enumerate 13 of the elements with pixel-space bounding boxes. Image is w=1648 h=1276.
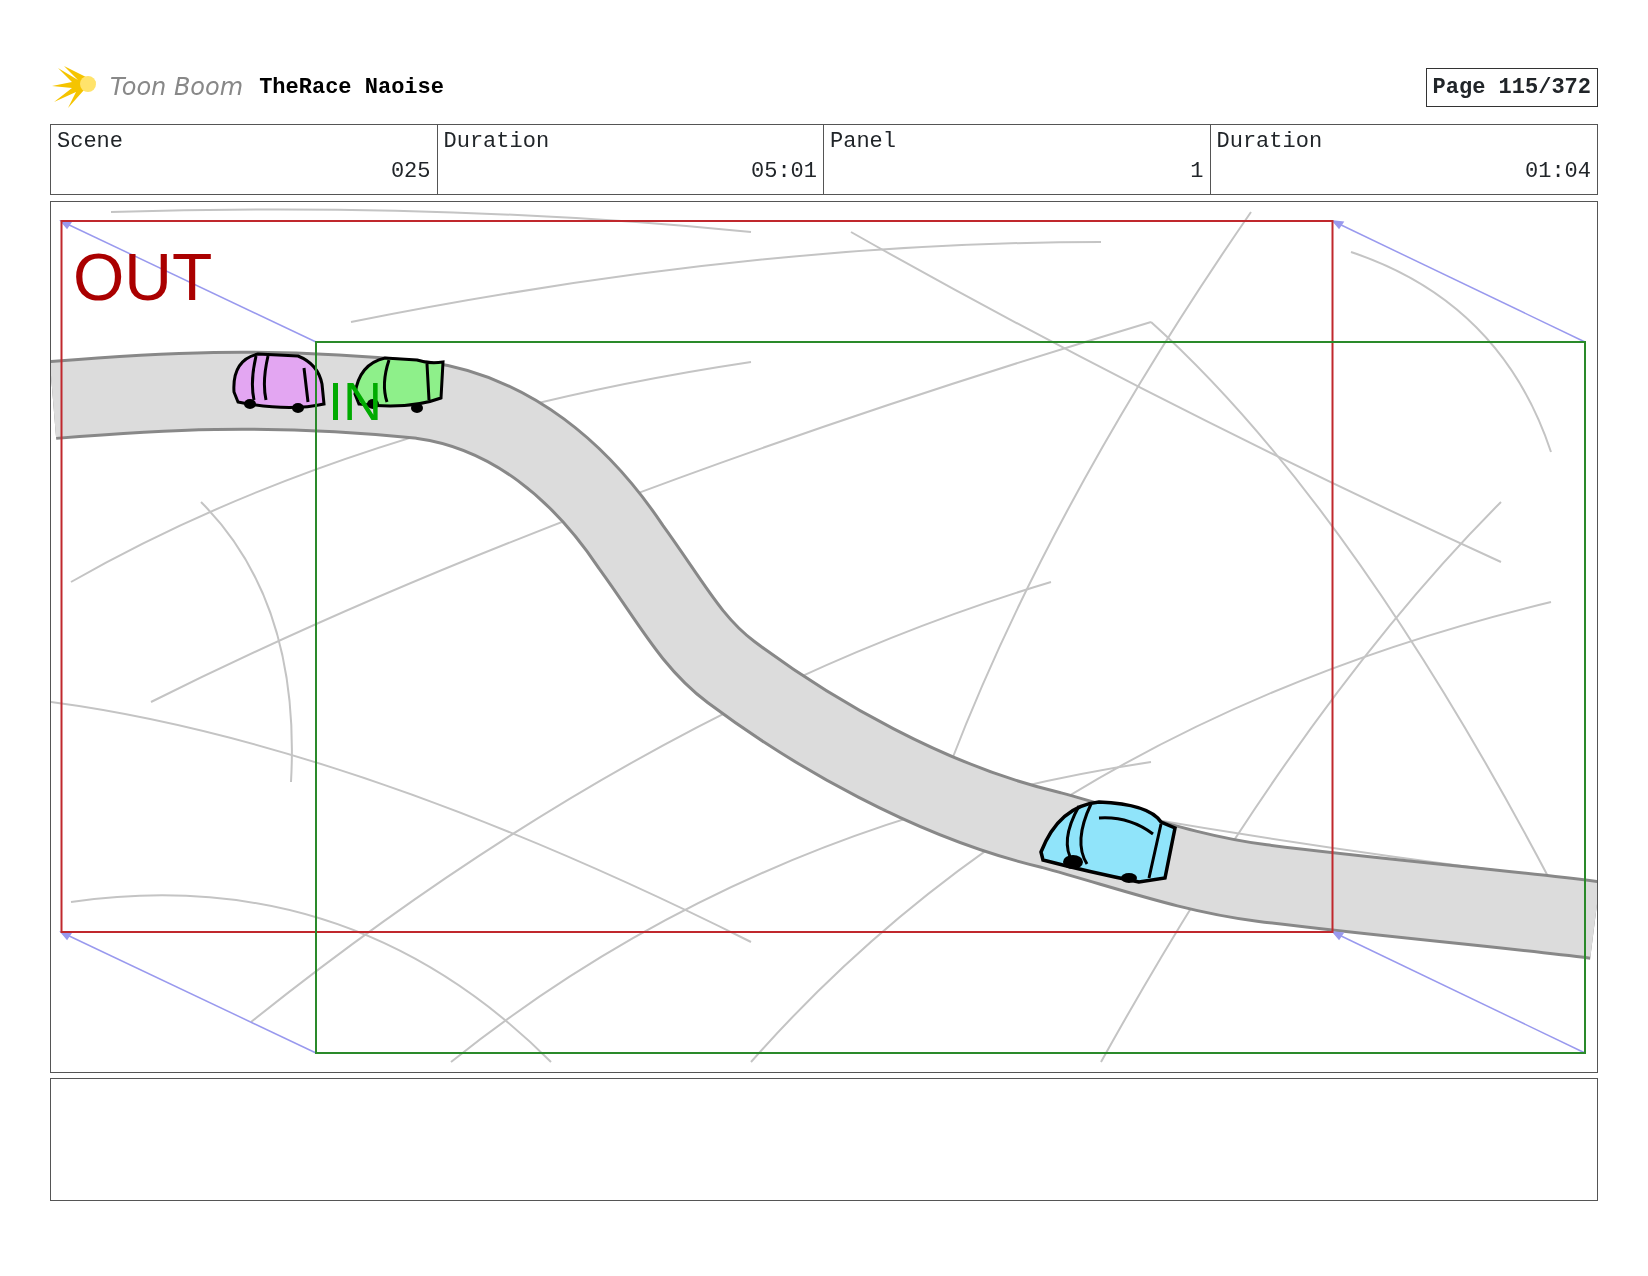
- info-value: 1: [1189, 157, 1204, 186]
- logo-text: Toon Boom: [110, 72, 244, 103]
- in-label: IN: [328, 371, 382, 431]
- out-label: OUT: [73, 240, 213, 314]
- info-value: 01:04: [1524, 157, 1591, 186]
- page-number: Page 115/372: [1425, 67, 1598, 107]
- info-value: 025: [389, 157, 431, 186]
- project-title: TheRace Naoise: [259, 73, 444, 102]
- info-label: Scene: [57, 128, 123, 156]
- info-value: 05:01: [750, 157, 817, 186]
- info-label: Panel: [830, 128, 896, 156]
- info-label: Duration: [1216, 128, 1323, 156]
- info-label: Duration: [443, 128, 550, 156]
